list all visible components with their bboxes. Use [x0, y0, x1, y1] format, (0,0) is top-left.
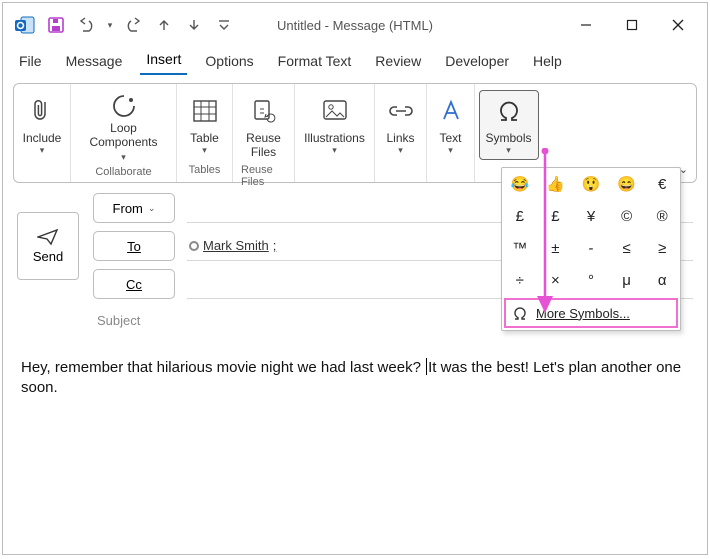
ribbon-label: Loop Components ▾ [86, 121, 161, 163]
symbol-cell[interactable]: ≥ [644, 232, 680, 264]
send-icon [37, 228, 59, 246]
send-label: Send [33, 249, 63, 264]
chevron-down-icon: ▾ [506, 145, 511, 155]
loop-components-button[interactable]: Loop Components ▾ [79, 90, 168, 166]
more-symbols-button[interactable]: More Symbols... [504, 298, 678, 328]
symbol-cell[interactable]: ° [573, 264, 609, 296]
table-button[interactable]: Table ▾ [183, 90, 226, 160]
tab-insert[interactable]: Insert [140, 47, 187, 75]
minimize-button[interactable] [563, 9, 609, 41]
chevron-down-icon: ⌄ [148, 203, 156, 213]
up-arrow-icon[interactable] [151, 12, 177, 38]
text-button[interactable]: Text ▾ [433, 90, 469, 160]
quick-access-toolbar: ▾ [43, 12, 237, 38]
ribbon-label: Include [23, 131, 62, 145]
chevron-down-icon: ▾ [40, 145, 45, 155]
window-title: Untitled - Message (HTML) [277, 18, 433, 33]
symbol-cell[interactable]: 😂 [502, 168, 538, 200]
ribbon-label: Table [190, 131, 219, 145]
symbol-cell[interactable]: - [573, 232, 609, 264]
maximize-button[interactable] [609, 9, 655, 41]
titlebar: ▾ Untitled - Message (HTML) [3, 3, 707, 47]
chevron-down-icon: ▾ [332, 145, 337, 155]
down-arrow-icon[interactable] [181, 12, 207, 38]
symbol-cell[interactable]: ™ [502, 232, 538, 264]
save-icon[interactable] [43, 12, 69, 38]
symbol-cell[interactable]: μ [609, 264, 645, 296]
presence-icon [189, 241, 199, 251]
omega-icon [512, 305, 528, 321]
subject-label: Subject [97, 313, 140, 328]
symbol-cell[interactable]: 😄 [609, 168, 645, 200]
group-label: Reuse Files [241, 164, 286, 180]
symbol-cell[interactable]: £ [538, 200, 574, 232]
illustrations-button[interactable]: Illustrations ▾ [297, 90, 372, 160]
undo-more-icon[interactable]: ▾ [103, 12, 117, 38]
recipient-name: Mark Smith [203, 238, 269, 253]
symbol-cell[interactable]: ® [644, 200, 680, 232]
recipient-chip[interactable]: Mark Smith; [189, 238, 276, 253]
symbol-cell[interactable]: € [644, 168, 680, 200]
symbol-cell[interactable]: ¥ [573, 200, 609, 232]
from-label: From [113, 201, 143, 216]
links-button[interactable]: Links ▾ [380, 90, 422, 160]
symbols-dropdown: 😂 👍 😲 😄 € £ £ ¥ © ® ™ ± - ≤ ≥ ÷ × ° μ α … [501, 167, 681, 331]
cc-label: Cc [126, 277, 142, 292]
from-button[interactable]: From ⌄ [93, 193, 175, 223]
text-cursor [426, 358, 427, 375]
chevron-down-icon: ▾ [448, 145, 453, 155]
ribbon-label: Links [387, 131, 415, 145]
tab-options[interactable]: Options [199, 49, 259, 75]
picture-icon [322, 99, 348, 123]
symbol-cell[interactable]: ÷ [502, 264, 538, 296]
redo-icon[interactable] [121, 12, 147, 38]
group-label: Tables [189, 164, 221, 180]
ribbon-label: Symbols [486, 131, 532, 145]
symbol-cell[interactable]: × [538, 264, 574, 296]
paperclip-icon [32, 98, 52, 124]
group-label: Collaborate [95, 166, 151, 180]
menu-tabs: File Message Insert Options Format Text … [3, 47, 707, 75]
symbol-cell[interactable]: 😲 [573, 168, 609, 200]
symbol-cell[interactable]: ± [538, 232, 574, 264]
reuse-files-icon [252, 99, 276, 123]
tab-file[interactable]: File [13, 49, 48, 75]
close-button[interactable] [655, 9, 701, 41]
symbol-cell[interactable]: © [609, 200, 645, 232]
chevron-down-icon: ▾ [398, 145, 403, 155]
cc-button[interactable]: Cc [93, 269, 175, 299]
symbols-button[interactable]: Symbols ▾ [479, 90, 539, 160]
reuse-files-button[interactable]: Reuse Files [239, 90, 288, 162]
chevron-down-icon: ▾ [202, 145, 207, 155]
symbol-cell[interactable]: α [644, 264, 680, 296]
send-button[interactable]: Send [17, 212, 79, 280]
qat-customize-icon[interactable] [211, 12, 237, 38]
include-button[interactable]: Include ▾ [16, 90, 69, 160]
to-button[interactable]: To [93, 231, 175, 261]
loop-icon [111, 93, 137, 119]
tab-developer[interactable]: Developer [439, 49, 515, 75]
message-body[interactable]: Hey, remember that hilarious movie night… [3, 342, 707, 415]
undo-icon[interactable] [73, 12, 99, 38]
tab-message[interactable]: Message [60, 49, 129, 75]
outlook-app-icon [13, 13, 37, 37]
symbol-cell[interactable]: 👍 [538, 168, 574, 200]
text-a-icon [440, 99, 462, 123]
symbol-cell[interactable]: ≤ [609, 232, 645, 264]
ribbon-label: Reuse Files [246, 131, 281, 159]
omega-icon [496, 99, 522, 123]
ribbon-label: Text [440, 131, 462, 145]
tab-format-text[interactable]: Format Text [272, 49, 358, 75]
to-label: To [127, 239, 141, 254]
ribbon-label: Illustrations [304, 131, 365, 145]
table-icon [193, 100, 217, 122]
link-icon [388, 102, 414, 120]
tab-help[interactable]: Help [527, 49, 568, 75]
tab-review[interactable]: Review [369, 49, 427, 75]
more-symbols-label: More Symbols... [536, 306, 630, 321]
body-text-pre: Hey, remember that hilarious movie night… [21, 359, 425, 376]
symbol-cell[interactable]: £ [502, 200, 538, 232]
